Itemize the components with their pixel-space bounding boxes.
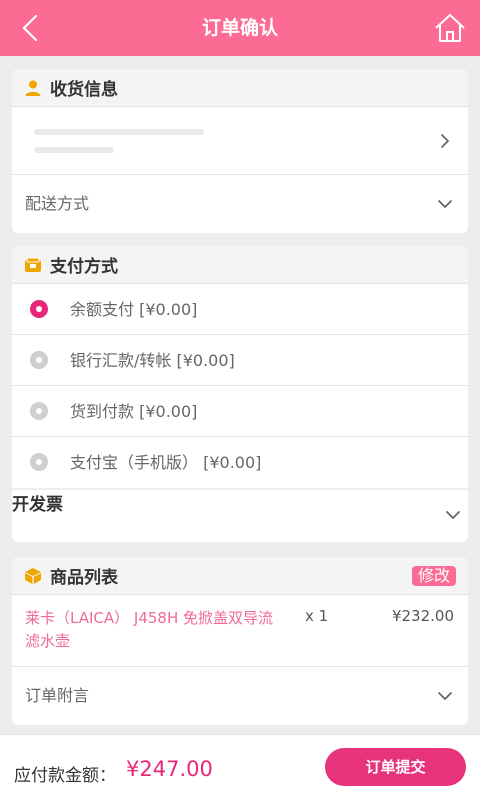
chevron-right-icon <box>441 134 449 148</box>
top-bar: 订单确认 <box>0 0 480 56</box>
blurred-address-line <box>34 147 114 153</box>
payment-option-label: 支付宝（手机版） [¥0.00] <box>70 453 262 472</box>
payment-option-label: 银行汇款/转帐 [¥0.00] <box>70 351 235 370</box>
shipping-card: 收货信息 配送方式 <box>12 69 468 233</box>
radio-button[interactable] <box>30 351 48 369</box>
delivery-method-row[interactable]: 配送方式 <box>12 175 468 233</box>
order-note-label: 订单附言 <box>25 686 90 705</box>
submit-order-button[interactable]: 订单提交 <box>325 748 466 786</box>
radio-button[interactable] <box>30 453 48 471</box>
chevron-down-icon <box>446 511 460 519</box>
product-row[interactable]: 莱卡（LAICA） J458H 免掀盖双导流 滤水壶 x 1 ¥232.00 <box>12 595 468 667</box>
radio-button[interactable] <box>30 402 48 420</box>
shipping-title: 收货信息 <box>50 80 118 100</box>
payment-card: 支付方式 余额支付 [¥0.00] 银行汇款/转帐 [¥0.00] 货到付款 [… <box>12 246 468 488</box>
blurred-address-line <box>34 129 204 135</box>
payment-header: 支付方式 <box>12 246 468 284</box>
payment-title: 支付方式 <box>50 257 118 277</box>
product-quantity: x 1 <box>305 607 329 625</box>
radio-button[interactable] <box>30 300 48 318</box>
package-icon <box>25 567 41 584</box>
wallet-icon <box>25 257 41 272</box>
checkout-bar: 应付款金额： ¥247.00 订单提交 <box>0 734 480 800</box>
payment-option-label: 货到付款 [¥0.00] <box>70 402 198 421</box>
payment-option[interactable]: 支付宝（手机版） [¥0.00] <box>12 437 468 488</box>
address-row[interactable] <box>12 107 468 175</box>
home-button[interactable] <box>432 10 468 46</box>
page-title: 订单确认 <box>201 17 278 39</box>
home-icon <box>435 14 465 42</box>
product-list-title: 商品列表 <box>50 568 118 588</box>
payment-option-label: 余额支付 [¥0.00] <box>70 300 198 319</box>
order-note-row[interactable]: 订单附言 <box>12 667 468 725</box>
amount-label: 应付款金额： <box>14 766 116 786</box>
payment-option[interactable]: 货到付款 [¥0.00] <box>12 386 468 437</box>
product-card: 商品列表 修改 莱卡（LAICA） J458H 免掀盖双导流 滤水壶 x 1 ¥… <box>12 557 468 725</box>
user-icon <box>25 80 41 96</box>
edit-button[interactable]: 修改 <box>411 566 456 586</box>
chevron-down-icon <box>438 200 452 208</box>
shipping-header: 收货信息 <box>12 69 468 107</box>
product-price: ¥232.00 <box>391 607 454 625</box>
payment-option[interactable]: 银行汇款/转帐 [¥0.00] <box>12 335 468 386</box>
product-name[interactable]: 莱卡（LAICA） J458H 免掀盖双导流 滤水壶 <box>25 607 285 653</box>
chevron-down-icon <box>438 692 452 700</box>
product-header: 商品列表 修改 <box>12 557 468 595</box>
amount-value: ¥247.00 <box>126 757 213 781</box>
invoice-label: 开发票 <box>12 495 63 515</box>
payment-option[interactable]: 余额支付 [¥0.00] <box>12 284 468 335</box>
invoice-row[interactable]: 开发票 <box>12 490 468 542</box>
delivery-method-label: 配送方式 <box>25 194 90 213</box>
